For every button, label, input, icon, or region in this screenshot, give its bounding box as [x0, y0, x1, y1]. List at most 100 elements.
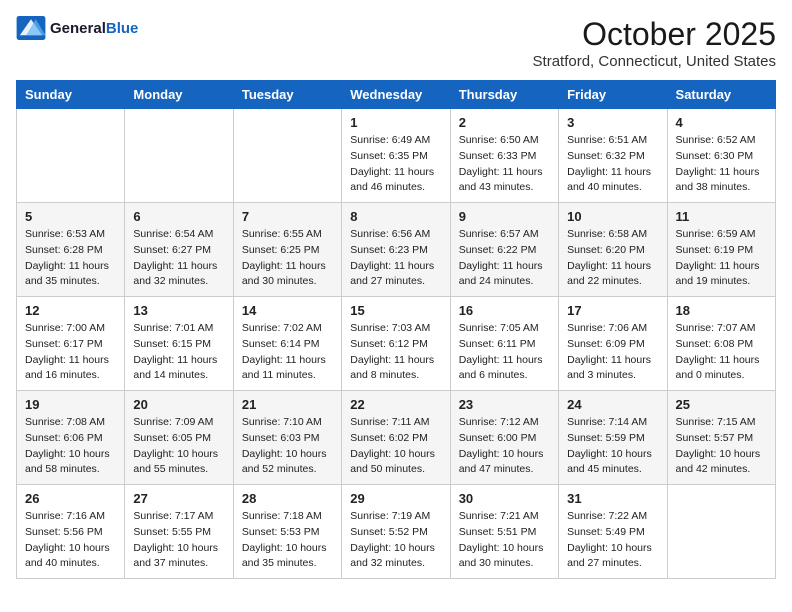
day-info: Sunrise: 7:12 AM Sunset: 6:00 PM Dayligh… — [459, 415, 550, 478]
day-number: 2 — [459, 115, 550, 130]
day-info: Sunrise: 7:01 AM Sunset: 6:15 PM Dayligh… — [133, 321, 224, 384]
table-row: 7 Sunrise: 6:55 AM Sunset: 6:25 PM Daylig… — [233, 203, 341, 297]
table-row: 1Sunrise: 6:49 AM Sunset: 6:35 PM Daylig… — [342, 109, 450, 203]
week-row-1: 1Sunrise: 6:49 AM Sunset: 6:35 PM Daylig… — [17, 109, 776, 203]
table-row: 25Sunrise: 7:15 AM Sunset: 5:57 PM Dayli… — [667, 391, 775, 485]
day-number: 4 — [676, 115, 767, 130]
day-number: 23 — [459, 397, 550, 412]
day-info: Sunrise: 7:17 AM Sunset: 5:55 PM Dayligh… — [133, 509, 224, 572]
table-row: 6Sunrise: 6:54 AM Sunset: 6:27 PM Daylig… — [125, 203, 233, 297]
day-info: Sunrise: 7:16 AM Sunset: 5:56 PM Dayligh… — [25, 509, 116, 572]
title-block: October 2025 Stratford, Connecticut, Uni… — [533, 16, 776, 70]
day-info: Sunrise: 7:08 AM Sunset: 6:06 PM Dayligh… — [25, 415, 116, 478]
table-row: 19 Sunrise: 7:08 AM Sunset: 6:06 PM Dayli… — [17, 391, 125, 485]
day-info: Sunrise: 7:02 AM Sunset: 6:14 PM Dayligh… — [242, 321, 333, 384]
header-wednesday: Wednesday — [342, 81, 450, 109]
weekday-header-row: Sunday Monday Tuesday Wednesday Thursday… — [17, 81, 776, 109]
day-number: 11 — [676, 209, 767, 224]
page-header: GeneralBlue October 2025 Stratford, Conn… — [16, 16, 776, 70]
calendar-title: October 2025 — [533, 16, 776, 53]
table-row: 22Sunrise: 7:11 AM Sunset: 6:02 PM Dayli… — [342, 391, 450, 485]
week-row-5: 26 Sunrise: 7:16 AM Sunset: 5:56 PM Dayli… — [17, 485, 776, 579]
day-info: Sunrise: 6:56 AM Sunset: 6:23 PM Dayligh… — [350, 227, 441, 290]
table-row: 18 Sunrise: 7:07 AM Sunset: 6:08 PM Dayli… — [667, 297, 775, 391]
logo: GeneralBlue — [16, 16, 138, 40]
day-info: Sunrise: 7:03 AM Sunset: 6:12 PM Dayligh… — [350, 321, 441, 384]
day-info: Sunrise: 6:55 AM Sunset: 6:25 PM Dayligh… — [242, 227, 333, 290]
day-number: 6 — [133, 209, 224, 224]
table-row: 14 Sunrise: 7:02 AM Sunset: 6:14 PM Dayli… — [233, 297, 341, 391]
table-row: 21Sunrise: 7:10 AM Sunset: 6:03 PM Dayli… — [233, 391, 341, 485]
day-info: Sunrise: 6:50 AM Sunset: 6:33 PM Dayligh… — [459, 133, 550, 196]
calendar-subtitle: Stratford, Connecticut, United States — [533, 53, 776, 70]
day-number: 5 — [25, 209, 116, 224]
day-info: Sunrise: 6:51 AM Sunset: 6:32 PM Dayligh… — [567, 133, 658, 196]
day-info: Sunrise: 6:57 AM Sunset: 6:22 PM Dayligh… — [459, 227, 550, 290]
table-row: 27 Sunrise: 7:17 AM Sunset: 5:55 PM Dayli… — [125, 485, 233, 579]
day-info: Sunrise: 7:22 AM Sunset: 5:49 PM Dayligh… — [567, 509, 658, 572]
header-friday: Friday — [559, 81, 667, 109]
header-thursday: Thursday — [450, 81, 558, 109]
day-number: 26 — [25, 491, 116, 506]
table-row: 13Sunrise: 7:01 AM Sunset: 6:15 PM Dayli… — [125, 297, 233, 391]
day-number: 17 — [567, 303, 658, 318]
day-info: Sunrise: 6:52 AM Sunset: 6:30 PM Dayligh… — [676, 133, 767, 196]
table-row: 20 Sunrise: 7:09 AM Sunset: 6:05 PM Dayli… — [125, 391, 233, 485]
day-info: Sunrise: 6:49 AM Sunset: 6:35 PM Dayligh… — [350, 133, 441, 196]
table-row: 29Sunrise: 7:19 AM Sunset: 5:52 PM Dayli… — [342, 485, 450, 579]
table-row: 2 Sunrise: 6:50 AM Sunset: 6:33 PM Daylig… — [450, 109, 558, 203]
day-number: 14 — [242, 303, 333, 318]
day-number: 12 — [25, 303, 116, 318]
day-number: 18 — [676, 303, 767, 318]
day-info: Sunrise: 6:59 AM Sunset: 6:19 PM Dayligh… — [676, 227, 767, 290]
day-number: 3 — [567, 115, 658, 130]
day-number: 27 — [133, 491, 224, 506]
table-row: 5 Sunrise: 6:53 AM Sunset: 6:28 PM Daylig… — [17, 203, 125, 297]
week-row-2: 5 Sunrise: 6:53 AM Sunset: 6:28 PM Daylig… — [17, 203, 776, 297]
day-number: 7 — [242, 209, 333, 224]
table-row: 16Sunrise: 7:05 AM Sunset: 6:11 PM Dayli… — [450, 297, 558, 391]
table-row: 17 Sunrise: 7:06 AM Sunset: 6:09 PM Dayli… — [559, 297, 667, 391]
table-row: 26 Sunrise: 7:16 AM Sunset: 5:56 PM Dayli… — [17, 485, 125, 579]
table-row: 3 Sunrise: 6:51 AM Sunset: 6:32 PM Daylig… — [559, 109, 667, 203]
day-number: 9 — [459, 209, 550, 224]
day-info: Sunrise: 7:14 AM Sunset: 5:59 PM Dayligh… — [567, 415, 658, 478]
table-row: 4 Sunrise: 6:52 AM Sunset: 6:30 PM Daylig… — [667, 109, 775, 203]
day-number: 8 — [350, 209, 441, 224]
day-number: 16 — [459, 303, 550, 318]
day-number: 30 — [459, 491, 550, 506]
header-saturday: Saturday — [667, 81, 775, 109]
calendar-table: Sunday Monday Tuesday Wednesday Thursday… — [16, 80, 776, 579]
logo-text: GeneralBlue — [50, 20, 138, 37]
day-number: 19 — [25, 397, 116, 412]
day-number: 10 — [567, 209, 658, 224]
table-row: 24 Sunrise: 7:14 AM Sunset: 5:59 PM Dayli… — [559, 391, 667, 485]
day-number: 24 — [567, 397, 658, 412]
day-info: Sunrise: 6:53 AM Sunset: 6:28 PM Dayligh… — [25, 227, 116, 290]
day-number: 29 — [350, 491, 441, 506]
table-row — [125, 109, 233, 203]
table-row: 30 Sunrise: 7:21 AM Sunset: 5:51 PM Dayli… — [450, 485, 558, 579]
table-row — [233, 109, 341, 203]
day-number: 20 — [133, 397, 224, 412]
day-info: Sunrise: 7:00 AM Sunset: 6:17 PM Dayligh… — [25, 321, 116, 384]
week-row-3: 12 Sunrise: 7:00 AM Sunset: 6:17 PM Dayli… — [17, 297, 776, 391]
day-number: 21 — [242, 397, 333, 412]
table-row: 23 Sunrise: 7:12 AM Sunset: 6:00 PM Dayli… — [450, 391, 558, 485]
table-row — [667, 485, 775, 579]
table-row: 28Sunrise: 7:18 AM Sunset: 5:53 PM Dayli… — [233, 485, 341, 579]
day-number: 28 — [242, 491, 333, 506]
day-number: 25 — [676, 397, 767, 412]
table-row: 9 Sunrise: 6:57 AM Sunset: 6:22 PM Daylig… — [450, 203, 558, 297]
table-row: 15 Sunrise: 7:03 AM Sunset: 6:12 PM Dayli… — [342, 297, 450, 391]
day-info: Sunrise: 7:09 AM Sunset: 6:05 PM Dayligh… — [133, 415, 224, 478]
table-row: 10Sunrise: 6:58 AM Sunset: 6:20 PM Dayli… — [559, 203, 667, 297]
day-info: Sunrise: 7:21 AM Sunset: 5:51 PM Dayligh… — [459, 509, 550, 572]
table-row — [17, 109, 125, 203]
day-number: 31 — [567, 491, 658, 506]
day-number: 22 — [350, 397, 441, 412]
day-info: Sunrise: 7:07 AM Sunset: 6:08 PM Dayligh… — [676, 321, 767, 384]
day-info: Sunrise: 7:06 AM Sunset: 6:09 PM Dayligh… — [567, 321, 658, 384]
week-row-4: 19 Sunrise: 7:08 AM Sunset: 6:06 PM Dayli… — [17, 391, 776, 485]
day-number: 15 — [350, 303, 441, 318]
